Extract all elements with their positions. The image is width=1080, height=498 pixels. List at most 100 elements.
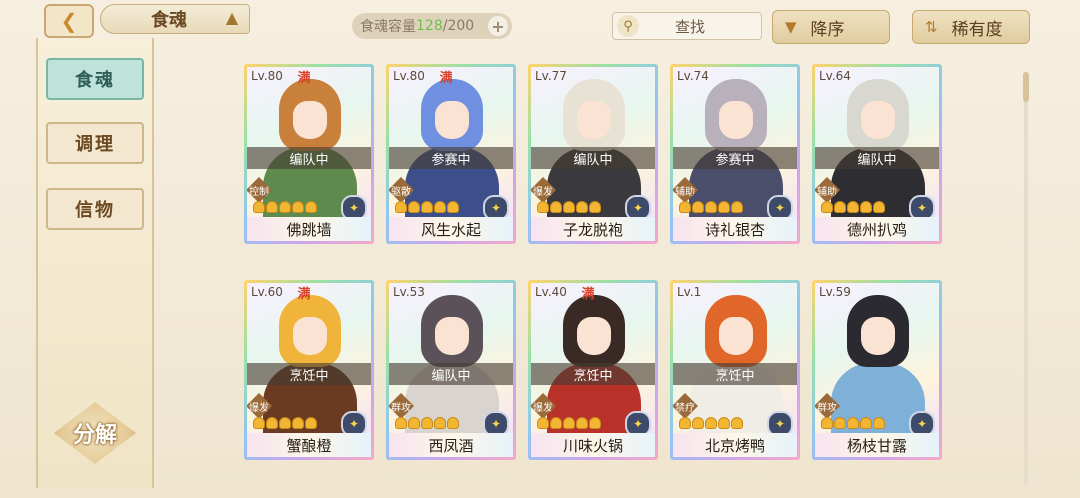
character-face	[719, 317, 753, 355]
soul-card[interactable]: Lv.60 满烹饪中 爆发 ✦ 蟹酿橙	[244, 280, 374, 460]
star-icon	[873, 417, 885, 429]
soul-card-grid: Lv.80 满编队中 控制 ✦ 佛跳墙 Lv.80 满参赛中 驱散 ✦ 风生水起 Lv.77 编队中爆…	[244, 64, 944, 484]
star-icon	[395, 417, 407, 429]
character-face	[577, 101, 611, 139]
star-icon	[821, 417, 833, 429]
character-face	[861, 317, 895, 355]
capacity-label: 食魂容量	[360, 19, 416, 35]
star-icon	[537, 201, 549, 213]
soul-card[interactable]: Lv.53 编队中 群攻 ✦ 西凤酒	[386, 280, 516, 460]
soul-card[interactable]: Lv.40 满烹饪中 爆发 ✦ 川味火锅	[528, 280, 658, 460]
star-rating	[395, 201, 459, 213]
soul-card[interactable]: Lv.59 群攻 ✦ 杨枝甘露	[812, 280, 942, 460]
star-rating	[537, 417, 601, 429]
star-icon	[589, 201, 601, 213]
soul-card[interactable]: Lv.64 编队中 辅助 ✦ 德州扒鸡	[812, 64, 942, 244]
level-label: Lv.1	[677, 285, 702, 299]
star-rating	[821, 417, 885, 429]
soul-card[interactable]: Lv.74 参赛中 辅助 ✦ 诗礼银杏	[670, 64, 800, 244]
star-icon	[279, 201, 291, 213]
capacity-max: /200	[442, 18, 475, 34]
star-icon	[421, 201, 433, 213]
card-name: 子龙脱袍	[531, 217, 655, 241]
status-badge: 参赛中	[673, 147, 797, 169]
star-icon	[692, 201, 704, 213]
sort-order-button[interactable]: ▼ 降序	[772, 10, 890, 44]
soul-card[interactable]: Lv.77 编队中 爆发 ✦ 子龙脱袍	[528, 64, 658, 244]
star-icon	[847, 201, 859, 213]
top-bar: ❮ 食魂 ▲ 食魂容量 128 /200 + ⚲ 查找 ▼ 降序 ⇅ 稀有度	[0, 0, 1080, 48]
level-label: Lv.77	[535, 69, 567, 83]
status-badge: 烹饪中	[247, 363, 371, 385]
star-icon	[576, 201, 588, 213]
star-icon	[253, 417, 265, 429]
level-label: Lv.40	[535, 285, 567, 299]
star-icon	[834, 417, 846, 429]
sort-by-button[interactable]: ⇅ 稀有度	[912, 10, 1030, 44]
star-icon	[266, 201, 278, 213]
star-icon	[292, 201, 304, 213]
star-icon	[589, 417, 601, 429]
scrollbar[interactable]	[1023, 72, 1029, 484]
soul-card[interactable]: Lv.80 满参赛中 驱散 ✦ 风生水起	[386, 64, 516, 244]
star-rating	[395, 417, 459, 429]
character-face	[719, 101, 753, 139]
star-icon	[266, 417, 278, 429]
max-level-badge: 满	[297, 287, 311, 302]
max-level-badge	[721, 283, 739, 301]
max-level-badge: 满	[439, 71, 453, 86]
scroll-thumb[interactable]	[1023, 72, 1029, 102]
star-icon	[537, 417, 549, 429]
star-icon	[576, 417, 588, 429]
tab-token[interactable]: 信物	[46, 188, 144, 230]
star-rating	[253, 417, 317, 429]
star-icon	[434, 417, 446, 429]
status-badge: 烹饪中	[673, 363, 797, 385]
soul-card[interactable]: Lv.80 满编队中 控制 ✦ 佛跳墙	[244, 64, 374, 244]
back-arrow-icon[interactable]: ❮	[44, 4, 94, 38]
soul-card[interactable]: Lv.1 烹饪中 禁疗 ✦ 北京烤鸭	[670, 280, 800, 460]
star-icon	[434, 201, 446, 213]
chef-hat-icon[interactable]: ▲	[220, 8, 244, 28]
star-icon	[563, 201, 575, 213]
character-face	[577, 317, 611, 355]
search-button[interactable]: ⚲ 查找	[612, 12, 762, 40]
star-icon	[447, 201, 459, 213]
star-rating	[537, 201, 601, 213]
tab-conditioning[interactable]: 调理	[46, 122, 144, 164]
star-icon	[421, 417, 433, 429]
sort-order-label: 降序	[810, 19, 845, 40]
card-name: 蟹酿橙	[247, 433, 371, 457]
star-icon	[550, 201, 562, 213]
level-label: Lv.53	[393, 285, 425, 299]
star-icon	[705, 417, 717, 429]
max-level-badge	[721, 67, 739, 85]
card-name: 杨枝甘露	[815, 433, 939, 457]
star-icon	[550, 417, 562, 429]
character-face	[293, 101, 327, 139]
star-icon	[731, 201, 743, 213]
star-rating	[679, 417, 743, 429]
max-level-badge	[863, 67, 881, 85]
star-icon	[821, 201, 833, 213]
max-level-badge: 满	[581, 287, 595, 302]
star-icon	[873, 201, 885, 213]
star-rating	[253, 201, 317, 213]
star-icon	[860, 201, 872, 213]
star-icon	[395, 201, 407, 213]
search-label: 查找	[674, 17, 705, 36]
expand-capacity-button[interactable]: +	[488, 16, 508, 36]
card-name: 诗礼银杏	[673, 217, 797, 241]
star-icon	[834, 201, 846, 213]
star-icon	[718, 417, 730, 429]
status-badge: 参赛中	[389, 147, 513, 169]
star-icon	[679, 201, 691, 213]
star-icon	[731, 417, 743, 429]
status-badge: 烹饪中	[531, 363, 655, 385]
star-icon	[279, 417, 291, 429]
max-level-badge	[579, 67, 597, 85]
tab-soul[interactable]: 食魂	[46, 58, 144, 100]
star-icon	[408, 417, 420, 429]
star-rating	[821, 201, 885, 213]
star-icon	[705, 201, 717, 213]
